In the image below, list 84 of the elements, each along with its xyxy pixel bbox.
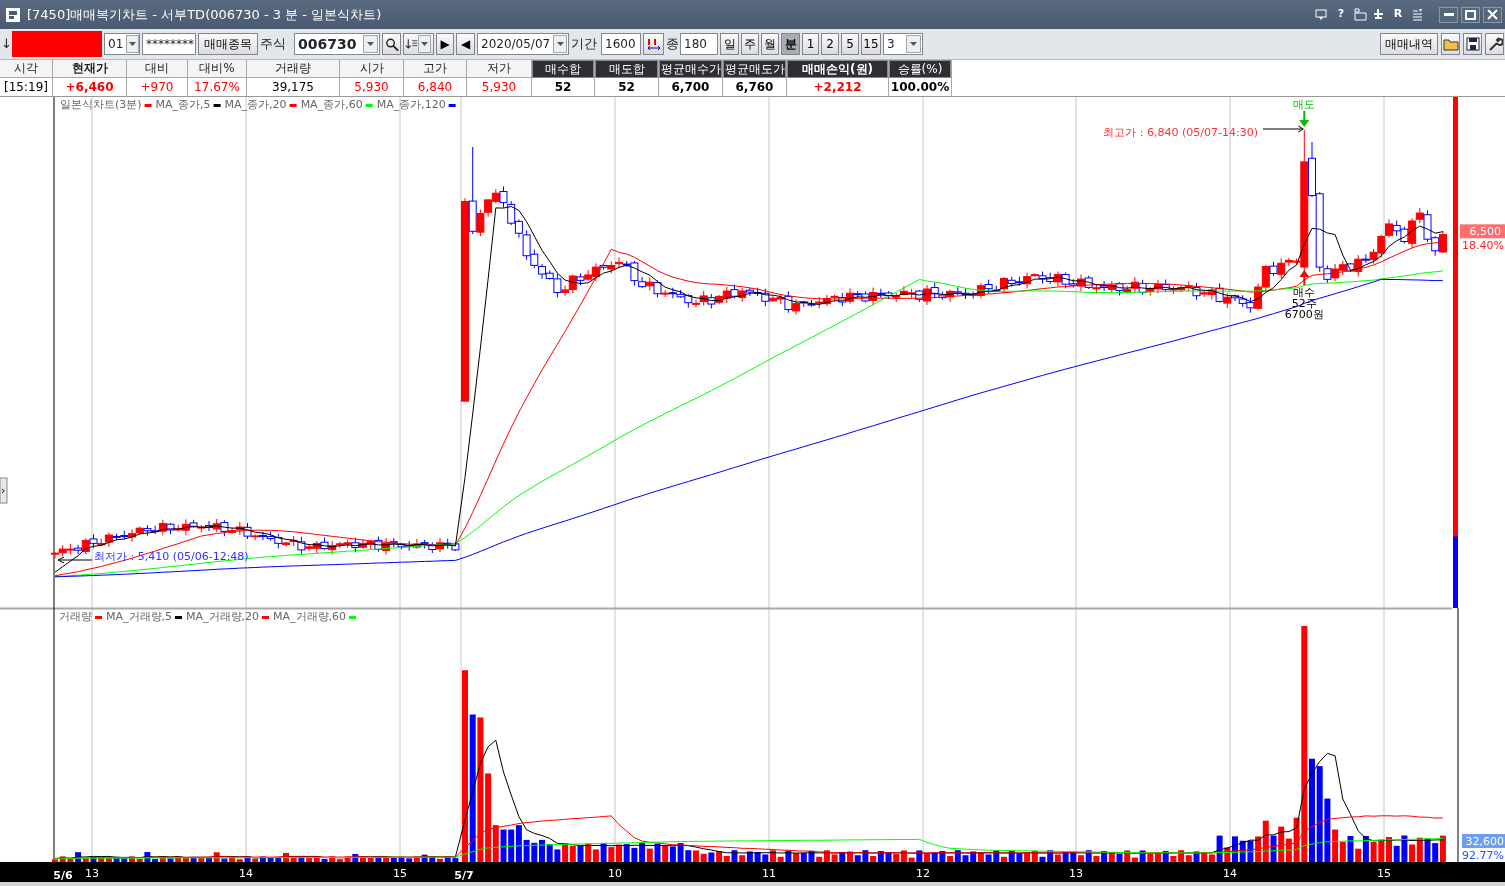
buy-marker-label: 6700원 [1284,308,1324,321]
period-tab[interactable]: 15 [861,33,881,55]
r-icon[interactable]: R [1389,6,1407,23]
column-header: 승률(%) [889,60,951,78]
period-tab[interactable]: 1 [802,33,819,55]
axis-label: 5/6 [53,869,73,882]
field-label: 주식 [260,35,287,54]
table-cell-text: +970 [139,79,175,96]
table-cell-text: [15:19] [3,79,49,96]
dropdown[interactable]: 2020/05/07 [477,33,569,55]
axis-label: 13 [1069,867,1083,880]
axis-label: 10 [608,867,622,880]
help-icon[interactable]: ? [1332,6,1350,23]
volume-ratio-label: 92.77% [1462,849,1504,862]
volume-tag: 32,600 [1462,834,1505,848]
axis-label: 15 [1377,867,1391,880]
column-header: 매도합 [595,60,658,78]
axis-label: 12 [916,867,930,880]
field-label: 종 [666,35,678,54]
period-tab[interactable]: 분 [781,33,800,55]
column-header: 시가 [340,60,403,78]
table-cell-text: 52 [617,79,636,96]
toolbar-button[interactable]: ▶ [436,33,454,55]
buy-marker-label: 매수 [1293,286,1316,299]
table-cell-text: 5,930 [353,79,390,96]
table-cell-text: 17.67% [193,79,241,96]
period-tab[interactable]: 5 [841,33,859,55]
axis-label: 13 [85,867,99,880]
axis-label: 15 [393,867,407,880]
input-field[interactable]: ******** [142,33,196,55]
period-tab[interactable]: 일 [720,33,739,55]
price-change-label: 18.40% [1462,239,1504,253]
field-label: 기간 [571,35,598,54]
window-title: [7450]매매복기차트 - 서부TD(006730 - 3 분 - 일본식차트) [27,5,382,24]
column-header: 평균매도가 [723,60,786,78]
column-header: 고가 [404,60,466,78]
legend-label: MA_종가,60 [300,98,363,111]
input-field[interactable]: 1600 [601,33,641,55]
axis-label: 14 [239,867,253,880]
legend-label: MA_거래량,5 [106,610,172,623]
legend-label: MA_종가,120 [376,98,446,111]
table-cell-text: +6,460 [64,79,115,96]
sell-marker-label: 매도 [1293,98,1316,111]
legend-label: 거래량 [59,610,92,623]
table-cell-text: 6,840 [416,79,454,96]
toolbar-button[interactable]: 매매종목 [198,33,258,55]
column-header: 평균매수가 [659,60,722,78]
column-header: 시각 [0,60,52,78]
legend-label: 일본식차트(3분) [60,98,142,111]
column-header: 저가 [467,60,531,78]
column-header: 현재가 [53,60,126,78]
high-price-note: 최고가 : 6,840 (05/07-14:30) [1103,126,1258,139]
toolbar-button[interactable]: 매매내역 [1380,33,1438,55]
legend-label: MA_거래량,20 [186,610,260,623]
axis-label: 11 [762,867,776,880]
table-cell-text: 6,760 [734,79,775,96]
dropdown[interactable]: 3 [883,33,923,55]
table-cell-text: 100.00% [889,79,951,96]
down-arrow-icon[interactable]: ↓ [1,34,9,54]
period-tab[interactable]: 주 [741,33,759,55]
legend-label: MA_종가,5 [155,98,211,111]
period-tab[interactable]: 2 [821,33,839,55]
table-cell-text: +2,212 [812,79,863,96]
legend-label: MA_거래량,60 [273,610,347,623]
dropdown[interactable]: 006730 [294,33,380,55]
column-header: 대비% [188,60,246,78]
price-tag: 6,500 [1460,224,1505,239]
toolbar-button[interactable]: ◀ [456,33,475,55]
column-header: 매매손익(원) [787,60,888,78]
dropdown[interactable]: 01 [104,33,140,55]
period-tab[interactable]: 월 [761,33,779,55]
column-header: 거래량 [247,60,339,78]
column-header: 매수합 [532,60,594,78]
low-price-note: 최저가 : 5,410 (05/06-12:48) [94,550,249,563]
axis-label: 14 [1223,867,1237,880]
side-toggle-label: › [1,484,6,497]
table-cell-text: 6,700 [670,79,711,96]
column-header: 대비 [127,60,187,78]
input-field[interactable]: 180 [680,33,718,55]
axis-label: 5/7 [454,869,474,882]
table-cell-text: 52 [553,79,573,96]
table-cell-text: 5,930 [480,79,518,96]
table-cell-text: 39,175 [271,79,315,96]
legend-label: MA_종가,20 [224,98,287,111]
